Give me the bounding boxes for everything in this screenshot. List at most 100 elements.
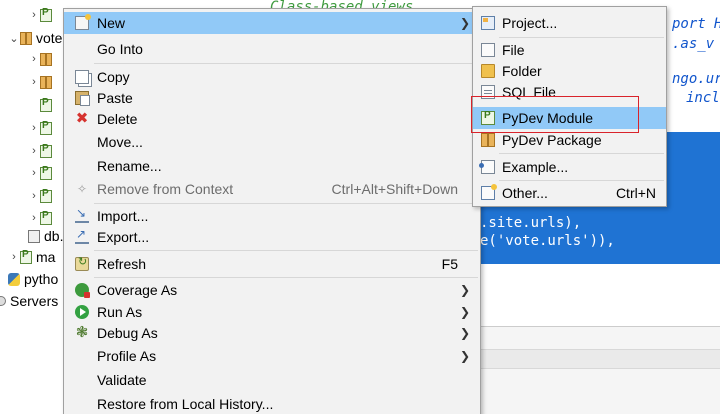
tree-item-label: db. <box>44 228 64 244</box>
menu-item-label: Remove from Context <box>97 181 234 197</box>
menu-item-export[interactable]: Export... <box>64 226 480 248</box>
menu-item-label: Paste <box>97 90 133 106</box>
python-file-icon <box>40 97 52 112</box>
project-icon <box>481 16 495 30</box>
chevron-right-icon[interactable]: › <box>28 212 40 224</box>
tree-item-child-6[interactable]: › <box>28 162 56 184</box>
menu-item-label: Restore from Local History... <box>97 396 274 412</box>
code-line: port H <box>672 16 720 32</box>
context-menu: New ❯ Go Into Copy Paste ✖ Delete Move..… <box>63 8 481 414</box>
menu-item-import[interactable]: Import... <box>64 205 480 227</box>
menu-item-label: New <box>97 15 126 31</box>
paste-icon <box>75 91 90 106</box>
chevron-right-icon[interactable]: › <box>28 167 40 179</box>
submenu-item-label: Other... <box>502 185 548 201</box>
menu-separator <box>499 37 664 38</box>
tree-item-label: ma <box>36 249 56 265</box>
chevron-right-icon: ❯ <box>459 349 470 363</box>
menu-item-label: Refresh <box>97 256 147 272</box>
menu-item-profile-as[interactable]: Profile As ❯ <box>64 345 480 367</box>
submenu-item-example[interactable]: Example... <box>473 156 666 178</box>
code-line: .site.urls), <box>480 215 582 231</box>
menu-item-coverage-as[interactable]: Coverage As ❯ <box>64 279 480 301</box>
tree-item-ma[interactable]: › ma <box>8 246 55 268</box>
project-explorer: › ⌄ vote › › › › › › › db. › <box>0 0 66 414</box>
chevron-right-icon[interactable]: › <box>28 76 40 88</box>
package-icon <box>40 52 52 66</box>
submenu-item-folder[interactable]: Folder <box>473 60 666 82</box>
menu-separator <box>94 203 478 204</box>
tree-item-child-4[interactable]: › <box>28 117 56 139</box>
menu-item-debug-as[interactable]: ❃ Debug As ❯ <box>64 322 480 344</box>
menu-item-label: Rename... <box>97 158 162 174</box>
chevron-right-icon[interactable]: › <box>28 122 40 134</box>
copy-icon <box>75 70 89 84</box>
menu-item-label: Export... <box>97 229 150 245</box>
pydev-package-icon <box>481 133 495 147</box>
remove-context-icon: ✧ <box>76 182 88 196</box>
tree-item-child-1[interactable]: › <box>28 48 56 70</box>
tree-item-python[interactable]: pytho <box>8 268 58 290</box>
tree-item-file-1[interactable]: › <box>28 4 56 26</box>
example-icon <box>479 160 495 174</box>
chevron-right-icon[interactable]: › <box>28 145 40 157</box>
menu-item-label: Profile As <box>97 348 157 364</box>
menu-separator <box>94 250 478 251</box>
python-file-icon <box>40 143 52 158</box>
chevron-right-icon[interactable]: › <box>28 53 40 65</box>
tree-item-child-2[interactable]: › <box>28 71 56 93</box>
code-line: e('vote.urls')), <box>480 233 615 249</box>
delete-icon: ✖ <box>75 110 89 127</box>
menu-item-delete[interactable]: ✖ Delete <box>64 108 480 130</box>
package-icon <box>40 75 52 89</box>
python-file-icon <box>40 188 52 203</box>
python-file-icon <box>40 210 52 225</box>
highlight-box <box>471 96 639 133</box>
menu-item-validate[interactable]: Validate <box>64 369 480 391</box>
submenu-item-label: Example... <box>502 159 569 175</box>
chevron-right-icon[interactable]: › <box>8 251 20 263</box>
menu-item-go-into[interactable]: Go Into <box>64 38 480 60</box>
python-file-icon <box>40 120 52 135</box>
submenu-item-project[interactable]: Project... <box>473 12 666 34</box>
tree-item-child-5[interactable]: › <box>28 140 56 162</box>
new-icon <box>75 14 91 30</box>
export-icon <box>75 227 89 244</box>
tree-item-label: pytho <box>24 271 59 287</box>
python-file-icon <box>20 249 32 264</box>
submenu-item-label: Project... <box>502 15 558 31</box>
menu-item-shortcut: F5 <box>441 256 458 272</box>
menu-item-move[interactable]: Move... <box>64 131 480 153</box>
submenu-item-other[interactable]: Other... Ctrl+N <box>473 182 666 204</box>
menu-item-paste[interactable]: Paste <box>64 87 480 109</box>
chevron-down-icon[interactable]: ⌄ <box>8 32 20 45</box>
tree-item-vote[interactable]: ⌄ vote <box>8 27 62 49</box>
menu-separator <box>94 277 478 278</box>
menu-separator <box>499 180 664 181</box>
menu-separator <box>94 63 478 64</box>
submenu-item-file[interactable]: File <box>473 39 666 61</box>
bottom-panel <box>480 326 720 414</box>
database-file-icon <box>28 229 40 243</box>
menu-item-rename[interactable]: Rename... <box>64 155 480 177</box>
tree-item-servers[interactable]: Servers <box>0 290 58 312</box>
menu-item-label: Delete <box>97 111 138 127</box>
tree-item-label: Servers <box>10 293 59 309</box>
server-icon <box>0 296 6 306</box>
tree-item-child-3[interactable] <box>40 94 56 116</box>
chevron-right-icon: ❯ <box>459 16 470 30</box>
chevron-right-icon[interactable]: › <box>28 190 40 202</box>
menu-item-restore-local-history[interactable]: Restore from Local History... <box>64 393 480 414</box>
submenu-item-label: File <box>502 42 525 58</box>
tree-item-db[interactable]: db. <box>28 225 63 247</box>
other-icon <box>481 184 497 200</box>
menu-item-run-as[interactable]: Run As ❯ <box>64 301 480 323</box>
menu-item-label: Go Into <box>97 41 143 57</box>
chevron-right-icon: ❯ <box>459 283 470 297</box>
menu-item-new[interactable]: New ❯ <box>64 12 480 34</box>
chevron-right-icon[interactable]: › <box>28 9 40 21</box>
menu-item-label: Validate <box>97 372 147 388</box>
menu-item-copy[interactable]: Copy <box>64 66 480 88</box>
menu-item-refresh[interactable]: Refresh F5 <box>64 253 480 275</box>
tree-item-child-7[interactable]: › <box>28 185 56 207</box>
